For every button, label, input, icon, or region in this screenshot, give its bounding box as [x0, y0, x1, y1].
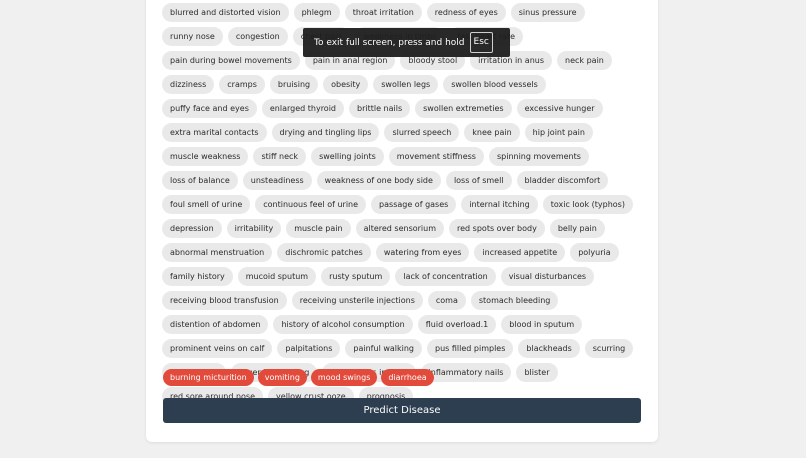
symptom-tag[interactable]: weakness of one body side	[316, 171, 441, 190]
symptom-tag[interactable]: family history	[162, 267, 233, 286]
selected-symptom-tag[interactable]: mood swings	[310, 369, 378, 386]
symptom-tag[interactable]: muscle pain	[286, 219, 351, 238]
symptom-tag[interactable]: internal itching	[461, 195, 538, 214]
symptom-tag[interactable]: loss of smell	[445, 171, 512, 190]
symptom-tag[interactable]: red spots over body	[449, 219, 545, 238]
symptom-tag[interactable]: altered sensorium	[355, 219, 445, 238]
fullscreen-notice: To exit full screen, press and hold Esc	[303, 28, 510, 57]
predict-disease-button[interactable]: Predict Disease	[163, 398, 641, 423]
symptom-tag[interactable]: depression	[162, 219, 222, 238]
symptom-tag[interactable]: inflammatory nails	[420, 363, 512, 382]
symptom-tag[interactable]: mucoid sputum	[237, 267, 317, 286]
symptom-tag[interactable]: increased appetite	[474, 243, 566, 262]
symptom-tag[interactable]: sinus pressure	[510, 3, 585, 22]
symptom-tag[interactable]: phlegm	[293, 3, 340, 22]
symptom-tag[interactable]: congestion	[227, 27, 288, 46]
symptom-tag[interactable]: stiff neck	[253, 147, 307, 166]
symptom-tag[interactable]: prominent veins on calf	[162, 339, 273, 358]
symptom-tag[interactable]: palpitations	[277, 339, 341, 358]
symptom-tag[interactable]: history of alcohol consumption	[273, 315, 413, 334]
symptom-tag[interactable]: cramps	[219, 75, 265, 94]
symptom-tag[interactable]: receiving blood transfusion	[162, 291, 287, 310]
selected-symptom-tag[interactable]: diarrhoea	[381, 369, 434, 386]
symptom-tag[interactable]: polyuria	[570, 243, 619, 262]
selected-symptom-tag[interactable]: vomiting	[257, 369, 307, 386]
symptom-tag[interactable]: coma	[427, 291, 466, 310]
esc-key: Esc	[469, 32, 493, 53]
symptom-tag[interactable]: distention of abdomen	[162, 315, 269, 334]
selected-symptoms: burning micturition vomiting mood swings di…	[163, 369, 434, 386]
symptom-tag[interactable]: lack of concentration	[395, 267, 496, 286]
symptom-tag[interactable]: extra marital contacts	[162, 123, 267, 142]
symptom-tag[interactable]: swollen extremeties	[415, 99, 512, 118]
symptom-tag[interactable]: dischromic patches	[277, 243, 371, 262]
symptom-tag[interactable]: belly pain	[549, 219, 605, 238]
symptom-tag[interactable]: receiving unsterile injections	[291, 291, 423, 310]
symptom-tag[interactable]: watering from eyes	[375, 243, 470, 262]
symptom-tag[interactable]: redness of eyes	[426, 3, 506, 22]
symptom-tag[interactable]: obesity	[323, 75, 369, 94]
symptom-tag[interactable]: stomach bleeding	[470, 291, 559, 310]
selected-symptom-tag[interactable]: burning micturition	[163, 369, 254, 386]
symptom-tag[interactable]: swelling joints	[311, 147, 384, 166]
symptom-tag[interactable]: slurred speech	[384, 123, 460, 142]
symptom-tag[interactable]: foul smell of urine	[162, 195, 251, 214]
symptom-tag[interactable]: puffy face and eyes	[162, 99, 257, 118]
symptom-tag[interactable]: brittle nails	[349, 99, 411, 118]
symptom-tag-list: blurred and distorted vision phlegm throat…	[162, 3, 642, 406]
symptom-tag[interactable]: drying and tingling lips	[271, 123, 380, 142]
symptom-tag[interactable]: continuous feel of urine	[255, 195, 367, 214]
symptom-tag[interactable]: blood in sputum	[501, 315, 583, 334]
symptom-tag[interactable]: movement stiffness	[388, 147, 484, 166]
symptom-tag[interactable]: fluid overload.1	[417, 315, 497, 334]
symptom-tag[interactable]: rusty sputum	[321, 267, 391, 286]
symptom-tag[interactable]: unsteadiness	[242, 171, 312, 190]
symptom-tag[interactable]: blackheads	[518, 339, 580, 358]
symptom-tag[interactable]: pus filled pimples	[427, 339, 514, 358]
symptom-tag[interactable]: throat irritation	[344, 3, 422, 22]
symptom-tag[interactable]: dizziness	[162, 75, 215, 94]
symptom-tag[interactable]: swollen blood vessels	[443, 75, 546, 94]
symptom-tag[interactable]: neck pain	[557, 51, 612, 70]
symptom-tag[interactable]: loss of balance	[162, 171, 238, 190]
symptom-tag[interactable]: irritability	[226, 219, 282, 238]
symptom-tag[interactable]: enlarged thyroid	[261, 99, 344, 118]
symptom-tag[interactable]: abnormal menstruation	[162, 243, 273, 262]
symptom-tag[interactable]: blister	[516, 363, 558, 382]
symptom-tag[interactable]: excessive hunger	[516, 99, 603, 118]
symptom-tag[interactable]: bladder discomfort	[516, 171, 609, 190]
symptom-tag[interactable]: runny nose	[162, 27, 223, 46]
symptom-tag[interactable]: scurring	[584, 339, 634, 358]
fullscreen-notice-text: To exit full screen, press and hold	[314, 37, 465, 48]
symptom-tag[interactable]: toxic look (typhos)	[542, 195, 633, 214]
symptom-tag[interactable]: knee pain	[464, 123, 520, 142]
symptom-tag[interactable]: pain during bowel movements	[162, 51, 300, 70]
symptom-tag[interactable]: visual disturbances	[500, 267, 595, 286]
symptom-tag[interactable]: hip joint pain	[524, 123, 593, 142]
symptom-tag[interactable]: spinning movements	[488, 147, 589, 166]
symptom-tag[interactable]: swollen legs	[373, 75, 439, 94]
symptom-tag[interactable]: blurred and distorted vision	[162, 3, 289, 22]
symptom-tag[interactable]: bruising	[269, 75, 319, 94]
symptom-tag[interactable]: painful walking	[345, 339, 423, 358]
symptom-tag[interactable]: muscle weakness	[162, 147, 249, 166]
symptom-tag[interactable]: passage of gases	[371, 195, 457, 214]
